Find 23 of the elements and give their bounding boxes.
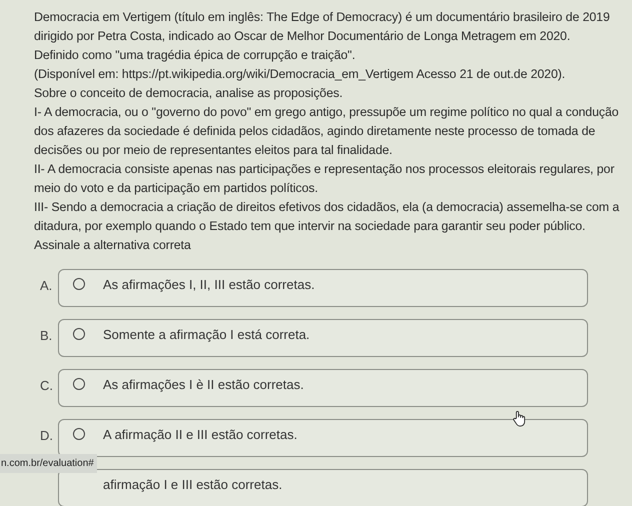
- hand-cursor-icon: [512, 410, 526, 428]
- url-tooltip: n.com.br/evaluation#: [0, 454, 97, 473]
- radio-button[interactable]: [73, 428, 85, 440]
- option-letter: B.: [40, 328, 52, 343]
- radio-button[interactable]: [73, 378, 85, 390]
- question-text: II- A democracia consiste apenas nas participações e representação nos processos eleitorais regulares, por meio do voto e da participação em partidos políticos.: [34, 161, 616, 197]
- question-text: Sobre o conceito de democracia, analise as proposições.: [34, 85, 344, 102]
- question-text: (Disponível em: https://pt.wikipedia.org/wiki/Democracia_em_Vertigem Acesso 21 de out.de 2020).: [34, 66, 566, 83]
- answer-option[interactable]: As afirmações I è II estão corretas.: [58, 369, 588, 407]
- question-text: Definido como "uma tragédia épica de corrupção e traição".: [34, 47, 356, 64]
- answer-option[interactable]: Somente a afirmação I está correta.: [58, 319, 588, 357]
- question-text: Assinale a alternativa correta: [34, 237, 192, 254]
- question-text: III- Sendo a democracia a criação de direitos efetivos dos cidadãos, ela (a democracia) assemelha-se com a ditadura, por exemplo quando o Estado tem que intervir na sociedade para garantir seu poder público.: [34, 199, 620, 235]
- option-letter: A.: [40, 278, 52, 293]
- option-letter: D.: [40, 428, 53, 443]
- answer-option[interactable]: As afirmações I, II, III estão corretas.: [58, 269, 588, 307]
- answer-option[interactable]: A afirmação II e III estão corretas.: [58, 419, 588, 457]
- question-text: I- A democracia, ou o "governo do povo" em grego antigo, pressupõe um regime político no qual a condução dos afazeres da sociedade é definida pelos cidadãos, agindo diretamente neste processo de tomada de decisões ou por meio de representantes eleitos para tal finalidade.: [34, 104, 620, 159]
- answer-option[interactable]: afirmação I e III estão corretas.: [58, 469, 588, 506]
- radio-button[interactable]: [73, 278, 85, 290]
- question-text: Democracia em Vertigem (título em inglês: The Edge of Democracy) é um documentário brasileiro de 2019 dirigido por Petra Costa, indicado ao Oscar de Melhor Documentário de Longa Metragem em 2020.: [34, 9, 611, 45]
- radio-button[interactable]: [73, 328, 85, 340]
- option-letter: C.: [40, 378, 53, 393]
